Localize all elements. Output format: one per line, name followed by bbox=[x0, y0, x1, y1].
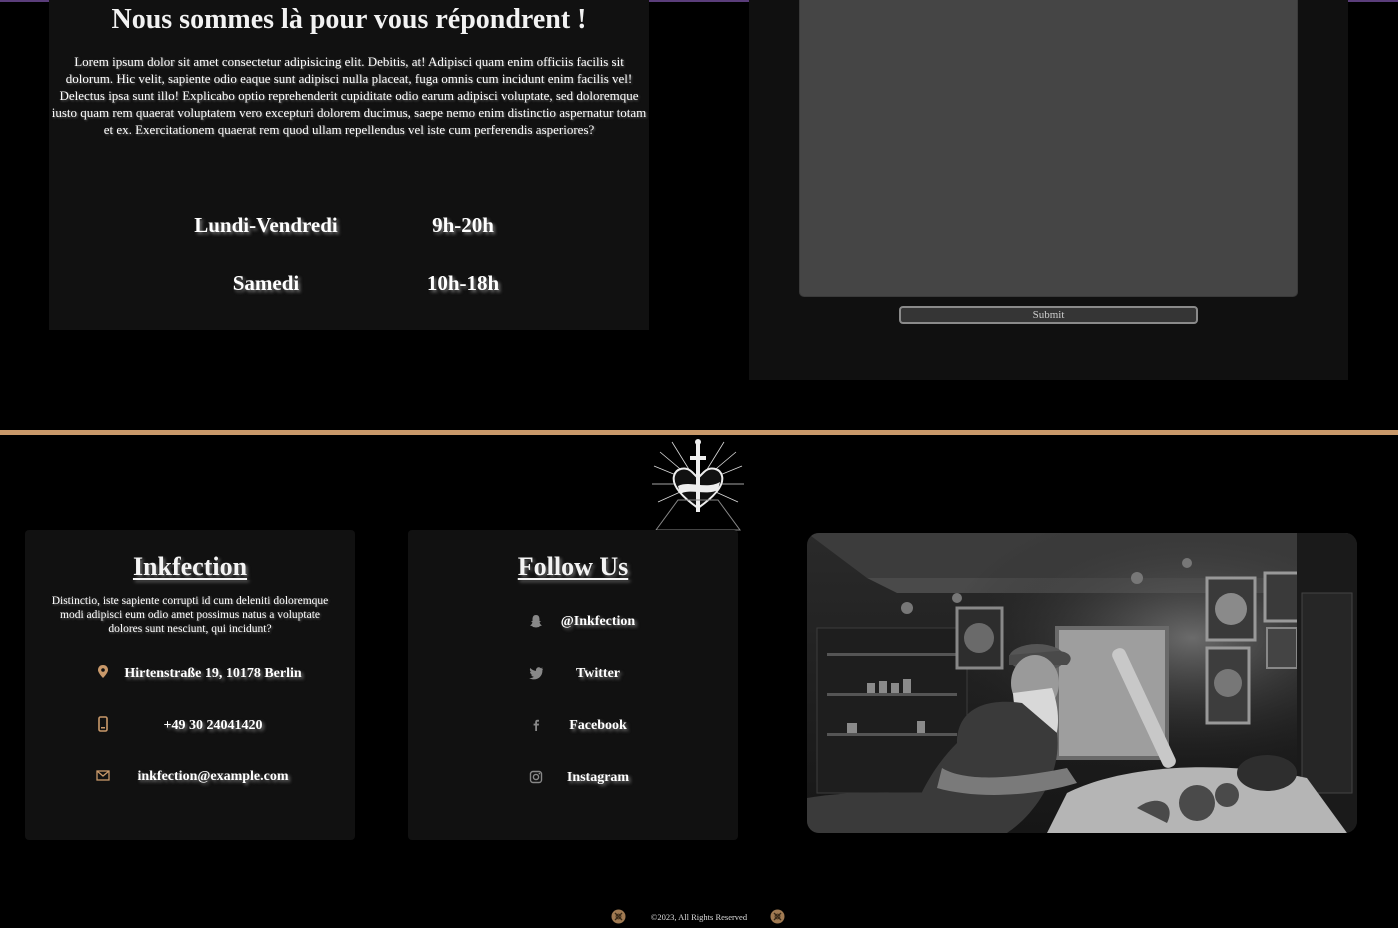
tattoo-studio-photo bbox=[807, 533, 1357, 833]
social-label[interactable]: Instagram bbox=[548, 766, 648, 790]
instagram-icon bbox=[528, 769, 544, 785]
footer-divider bbox=[0, 430, 1398, 435]
ornament-icon bbox=[770, 909, 785, 924]
social-link-snapchat[interactable]: @Inkfection bbox=[408, 610, 738, 634]
heart-dagger-logo-icon bbox=[650, 436, 746, 532]
snapchat-icon bbox=[528, 613, 544, 629]
social-label[interactable]: Twitter bbox=[548, 662, 648, 686]
ornament-icon bbox=[611, 909, 626, 924]
social-link-instagram[interactable]: Instagram bbox=[408, 766, 738, 790]
social-link-twitter[interactable]: Twitter bbox=[408, 662, 738, 686]
phone-row: +49 30 24041420 bbox=[25, 714, 355, 738]
social-label[interactable]: @Inkfection bbox=[548, 610, 648, 634]
mail-icon bbox=[95, 767, 111, 785]
social-link-facebook[interactable]: Facebook bbox=[408, 714, 738, 738]
contact-heading: Nous sommes là pour vous répondrent ! bbox=[111, 4, 587, 35]
copyright-text: ©2023, All Rights Reserved bbox=[650, 912, 748, 922]
hours-day: Samedi bbox=[232, 271, 300, 295]
contact-form-card: Submit bbox=[749, 0, 1348, 380]
phone-text[interactable]: +49 30 24041420 bbox=[115, 714, 311, 738]
brand-info-card: Inkfection Distinctio, iste sapiente cor… bbox=[25, 530, 355, 840]
address-text: Hirtenstraße 19, 10178 Berlin bbox=[124, 666, 302, 681]
brand-title[interactable]: Inkfection bbox=[25, 550, 355, 584]
phone-icon bbox=[95, 716, 111, 734]
hours-day: Lundi-Vendredi bbox=[194, 213, 338, 237]
hours-row: Samedi 10h-18h bbox=[49, 268, 649, 298]
follow-us-card: Follow Us @Inkfection Twitter Facebook I… bbox=[408, 530, 738, 840]
contact-description: Lorem ipsum dolor sit amet consectetur a… bbox=[51, 54, 647, 137]
brand-description: Distinctio, iste sapiente corrupti id cu… bbox=[51, 595, 329, 635]
social-label[interactable]: Facebook bbox=[548, 714, 648, 738]
email-row: inkfection@example.com bbox=[25, 765, 355, 789]
facebook-icon bbox=[528, 717, 544, 733]
email-text[interactable]: inkfection@example.com bbox=[115, 765, 311, 789]
submit-button[interactable]: Submit bbox=[899, 306, 1198, 324]
hours-time: 9h-20h bbox=[432, 213, 494, 237]
copyright-bar: ©2023, All Rights Reserved bbox=[0, 905, 1398, 928]
hours-row: Lundi-Vendredi 9h-20h bbox=[49, 210, 649, 240]
hours-time: 10h-18h bbox=[426, 271, 500, 295]
twitter-icon bbox=[528, 665, 544, 681]
follow-us-title: Follow Us bbox=[517, 552, 629, 581]
address-row: Hirtenstraße 19, 10178 Berlin bbox=[25, 662, 355, 686]
location-pin-icon bbox=[95, 664, 111, 682]
message-textarea[interactable] bbox=[799, 0, 1298, 297]
contact-info-card: Nous sommes là pour vous répondrent ! Lo… bbox=[49, 0, 649, 330]
